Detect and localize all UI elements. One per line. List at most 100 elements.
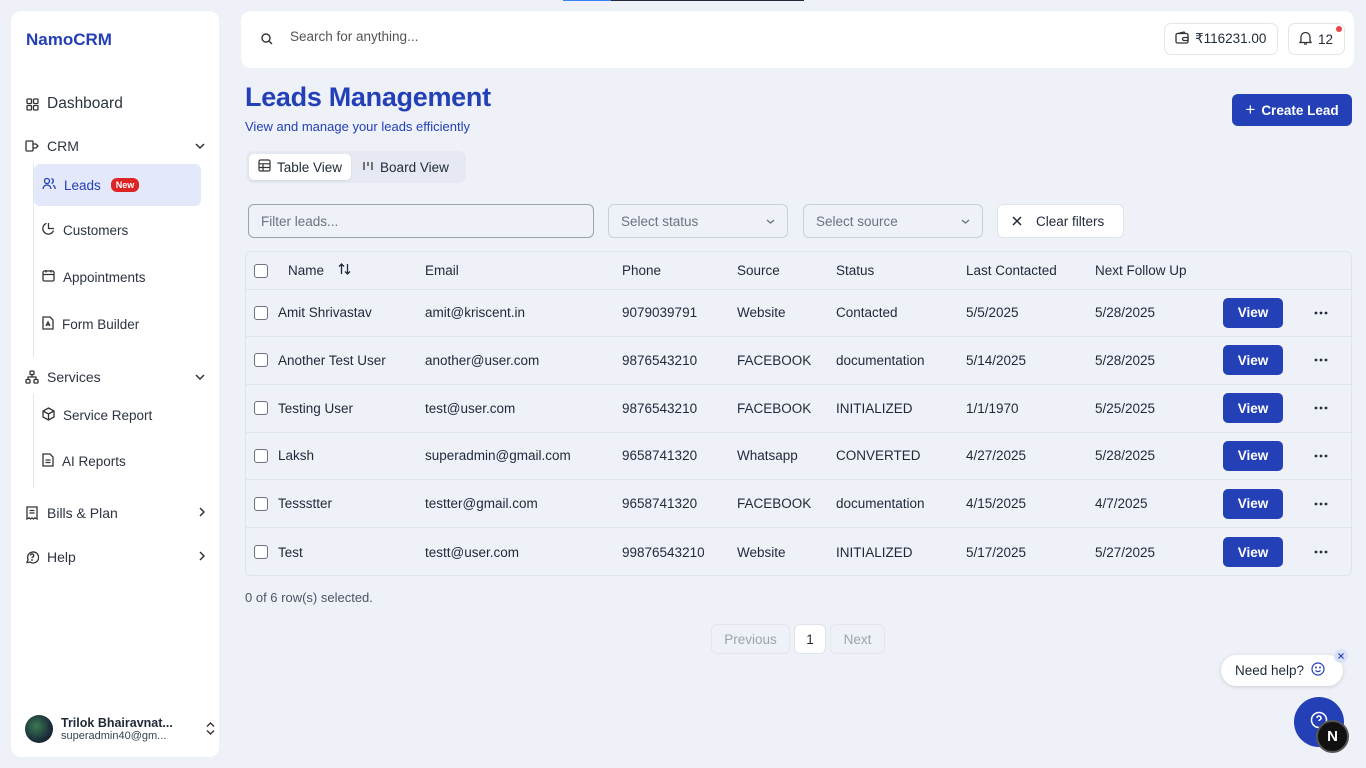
sidebar-item-form-builder[interactable]: Form Builder <box>34 303 201 345</box>
need-help-bubble[interactable]: Need help? <box>1221 655 1343 686</box>
sidebar-item-ai-reports[interactable]: AI Reports <box>34 440 201 482</box>
clear-filters-button[interactable]: Clear filters <box>997 204 1124 238</box>
chevron-down-icon <box>766 216 775 227</box>
filter-leads-input[interactable] <box>248 204 594 238</box>
cell-source: Whatsapp <box>737 448 798 464</box>
brand-logo[interactable]: NamoCRM <box>26 30 112 50</box>
help-circle-icon <box>25 550 39 564</box>
checkbox-box <box>254 496 268 511</box>
row-checkbox[interactable] <box>254 528 268 575</box>
next-page-button[interactable]: Next <box>830 624 885 654</box>
table-row[interactable]: Amit Shrivastav amit@kriscent.in 907903979… <box>246 289 1351 337</box>
sidebar-label-dashboard: Dashboard <box>47 95 123 112</box>
cell-last-contacted: 4/27/2025 <box>966 448 1027 464</box>
page-1-button[interactable]: 1 <box>794 624 826 654</box>
sidebar-item-bills-plan[interactable]: Bills & Plan <box>25 505 206 521</box>
sidebar-item-help[interactable]: Help <box>25 549 206 565</box>
view-cell: View <box>1223 480 1283 527</box>
users-icon <box>42 177 56 193</box>
source-select[interactable]: Select source <box>803 204 983 238</box>
sidebar-label-customers: Customers <box>63 222 129 238</box>
close-help-button[interactable] <box>1334 649 1348 663</box>
sidebar-item-crm[interactable]: CRM <box>25 138 205 154</box>
avatar <box>25 715 53 743</box>
wallet-balance: ₹116231.00 <box>1195 31 1267 46</box>
row-checkbox[interactable] <box>254 385 268 432</box>
chevron-right-icon <box>199 550 206 564</box>
more-actions-button[interactable] <box>1314 337 1328 384</box>
table-row[interactable]: Tessstter testter@gmail.com 9658741320 FACE… <box>246 480 1351 529</box>
table-header-row: Name Email Phone Source Status Last Cont… <box>246 252 1351 290</box>
cell-status: documentation <box>836 352 925 368</box>
sidebar-label-services: Services <box>47 369 101 385</box>
sidebar-item-customers[interactable]: Customers <box>34 209 201 251</box>
cell-status: INITIALIZED <box>836 544 913 560</box>
new-badge: New <box>110 178 140 192</box>
row-checkbox[interactable] <box>254 480 268 527</box>
close-icon <box>1012 214 1022 229</box>
wallet-icon <box>1175 31 1189 47</box>
user-email: superadmin40@gm... <box>61 730 167 742</box>
leads-table: Name Email Phone Source Status Last Cont… <box>245 251 1352 576</box>
column-header-name-label: Name <box>288 263 325 278</box>
checkbox-box <box>254 545 268 559</box>
sidebar-item-leads[interactable]: Leads New <box>34 164 201 206</box>
clear-filters-label: Clear filters <box>1036 213 1105 229</box>
status-select-value: Select status <box>621 213 699 229</box>
tab-table-view[interactable]: Table View <box>249 154 352 180</box>
view-lead-button[interactable]: View <box>1223 297 1283 328</box>
column-header-name[interactable]: Name <box>288 252 351 289</box>
table-row[interactable]: Another Test User another@user.com 9876543… <box>246 337 1351 385</box>
sidebar-item-services[interactable]: Services <box>25 369 205 385</box>
cell-status: CONVERTED <box>836 448 921 464</box>
sidebar-item-service-report[interactable]: Service Report <box>34 394 201 436</box>
cell-last-contacted: 5/5/2025 <box>966 305 1019 320</box>
chevron-down-icon <box>195 140 205 152</box>
view-cell: View <box>1223 337 1283 384</box>
create-lead-button[interactable]: + Create Lead <box>1232 94 1352 126</box>
create-lead-label: Create Lead <box>1261 102 1339 118</box>
top-bar: ₹116231.00 12 <box>241 11 1354 68</box>
cell-email: superadmin@gmail.com <box>425 448 571 464</box>
tab-board-view-label: Board View <box>380 159 449 175</box>
view-lead-button[interactable]: View <box>1223 393 1283 424</box>
more-horizontal-icon <box>1314 358 1328 362</box>
wallet-balance-button[interactable]: ₹116231.00 <box>1164 23 1278 55</box>
view-cell: View <box>1223 289 1283 336</box>
status-select[interactable]: Select status <box>608 204 788 238</box>
notification-count: 12 <box>1318 31 1334 47</box>
row-checkbox[interactable] <box>254 289 268 336</box>
table-row[interactable]: Testing User test@user.com 9876543210 FACEB… <box>246 385 1351 433</box>
nextjs-dev-badge[interactable]: N <box>1316 720 1349 753</box>
more-horizontal-icon <box>1314 550 1328 554</box>
more-actions-button[interactable] <box>1314 528 1328 575</box>
sidebar-item-dashboard[interactable]: Dashboard <box>25 95 205 113</box>
view-lead-button[interactable]: View <box>1223 537 1283 567</box>
row-checkbox[interactable] <box>254 337 268 384</box>
cell-email: test@user.com <box>425 400 516 416</box>
select-all-checkbox[interactable] <box>254 252 268 289</box>
column-header-last-contacted: Last Contacted <box>966 263 1057 278</box>
kanban-icon <box>362 160 374 175</box>
cell-last-contacted: 4/15/2025 <box>966 496 1027 512</box>
more-actions-button[interactable] <box>1314 289 1328 336</box>
view-lead-button[interactable]: View <box>1223 440 1283 471</box>
view-lead-button[interactable]: View <box>1223 345 1283 376</box>
user-menu[interactable]: Trilok Bhairavnat... superadmin40@gm... <box>25 712 215 746</box>
tab-board-view[interactable]: Board View <box>353 154 458 180</box>
page-title: Leads Management <box>245 82 491 112</box>
global-search-input[interactable] <box>290 29 790 44</box>
cell-source: Website <box>737 305 786 320</box>
view-lead-button[interactable]: View <box>1223 488 1283 519</box>
sidebar-item-appointments[interactable]: Appointments <box>34 256 201 298</box>
notifications-button[interactable]: 12 <box>1288 23 1345 55</box>
cell-source: FACEBOOK <box>737 400 812 416</box>
row-checkbox[interactable] <box>254 432 268 479</box>
cell-source: FACEBOOK <box>737 496 812 512</box>
more-actions-button[interactable] <box>1314 432 1328 479</box>
more-actions-button[interactable] <box>1314 480 1328 527</box>
more-actions-button[interactable] <box>1314 385 1328 432</box>
previous-page-button[interactable]: Previous <box>711 624 790 654</box>
table-row[interactable]: Test testt@user.com 99876543210 Website INIT… <box>246 528 1351 575</box>
table-row[interactable]: Laksh superadmin@gmail.com 9658741320 Whats… <box>246 432 1351 481</box>
